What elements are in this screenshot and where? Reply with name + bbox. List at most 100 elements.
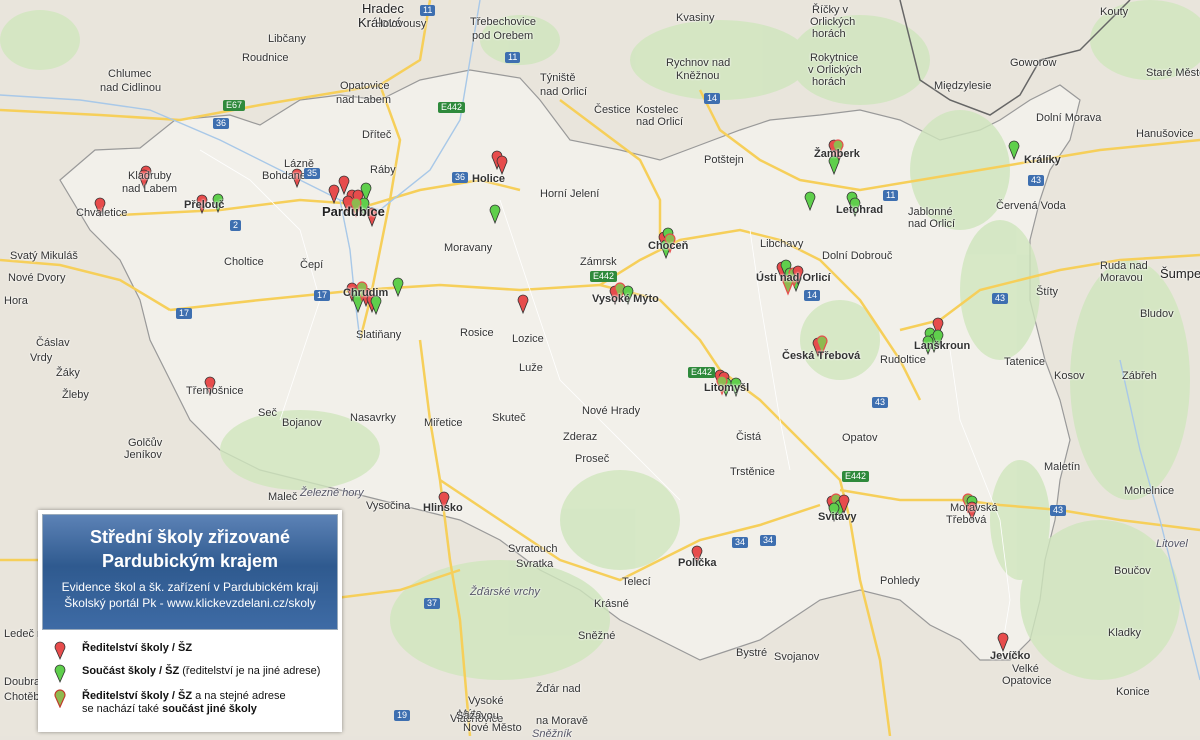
place-label: nad Labem: [122, 183, 178, 195]
place-label: Říčky v: [812, 4, 849, 16]
place-label: Kladruby: [128, 170, 172, 182]
place-label: Čepí: [300, 259, 324, 271]
place-label: Zderaz: [563, 431, 598, 443]
place-label: Nové Město: [463, 722, 522, 734]
place-label: Orlických: [810, 16, 856, 28]
place-label: Žamberk: [814, 148, 860, 160]
place-label: Třemošnice: [186, 385, 244, 397]
place-label: Roudnice: [242, 52, 289, 64]
place-label: Třebechovice: [470, 16, 537, 28]
place-label: Chvaletice: [76, 207, 128, 219]
road-shield: E442: [590, 271, 618, 282]
place-label: Zámrsk: [580, 256, 617, 268]
place-label: Čáslav: [36, 337, 70, 349]
place-label: Boučov: [1114, 565, 1151, 577]
place-label: Nové Hrady: [582, 405, 641, 417]
place-label: Choceň: [648, 240, 689, 252]
place-label: Žďár nad: [536, 683, 581, 695]
place-label: Seč: [258, 407, 277, 419]
road-shield: 11: [420, 5, 436, 16]
road-shield: 19: [394, 710, 411, 721]
road-shield: 17: [314, 290, 331, 301]
place-label: Rokytnice: [810, 52, 859, 64]
place-label: pod Orebem: [472, 30, 534, 42]
place-label: Moravská: [950, 502, 998, 514]
road-shield: 14: [804, 290, 821, 301]
place-label: Kosov: [1054, 370, 1085, 382]
place-label: Golčův: [128, 437, 163, 449]
place-label: Bojanov: [282, 417, 322, 429]
place-label: Kostelec: [636, 104, 679, 116]
place-label: Ráby: [370, 164, 396, 176]
place-label: Kladky: [1108, 627, 1142, 639]
place-label: Čestice: [594, 104, 631, 116]
place-label: Červená Voda: [996, 200, 1066, 212]
place-label: Bludov: [1140, 308, 1174, 320]
place-label: Międzylesie: [934, 80, 992, 92]
legend-subtitle-line1: Evidence škol a šk. zařízení v Pardubick…: [61, 580, 319, 594]
legend-title-line1: Střední školy zřizované: [89, 527, 291, 547]
place-label: Litomyšl: [704, 382, 750, 394]
place-label: Nové Dvory: [8, 272, 66, 284]
place-label: Hradec: [362, 1, 404, 16]
place-label: Hlinsko: [423, 502, 463, 514]
place-label: v Orlických: [808, 64, 862, 76]
place-label: Moravany: [444, 242, 493, 254]
road-shield: 34: [732, 537, 749, 548]
place-label: Staré Město: [1146, 67, 1200, 79]
place-label: Potštejn: [704, 154, 744, 166]
road-shield: 43: [1028, 175, 1045, 186]
place-label: Skuteč: [492, 412, 526, 424]
legend-header: Střední školy zřizované Pardubickým kraj…: [42, 514, 338, 630]
place-label: Svratka: [516, 558, 554, 570]
place-label: Vysočina: [366, 500, 411, 512]
legend-item-both-note2-bold: součást jiné školy: [162, 703, 257, 715]
place-label: Sněžník: [532, 728, 572, 740]
place-label: Chrudim: [343, 287, 389, 299]
place-label: Rychnov nad: [666, 57, 731, 69]
mixed-pin-icon: [54, 689, 66, 708]
place-label: Ruda nad: [1100, 260, 1148, 272]
place-label: Proseč: [575, 453, 610, 465]
place-label: Žďárské vrchy: [470, 586, 540, 598]
place-label: Svratouch: [508, 543, 558, 555]
place-label: Vysoké Mýto: [592, 293, 659, 305]
place-label: Holovousy: [375, 18, 427, 30]
place-label: nad Orlicí: [908, 218, 956, 230]
place-label: Slatiňany: [356, 329, 402, 341]
place-label: Ústí nad Orlicí: [756, 272, 831, 284]
road-shield: 11: [505, 52, 521, 63]
legend-item-both-note2: se nachází také: [82, 703, 163, 715]
place-label: Kněžnou: [676, 70, 720, 82]
place-label: Žáky: [56, 367, 80, 379]
place-label: nad Orlicí: [540, 86, 588, 98]
legend-item-part-label: Součást školy / ŠZ: [82, 665, 180, 677]
place-label: Velké: [1012, 663, 1039, 675]
road-shield: 37: [424, 598, 441, 609]
legend-title-line2: Pardubickým krajem: [101, 551, 279, 571]
road-shield: E442: [438, 102, 466, 113]
place-label: Maleč: [268, 491, 298, 503]
road-shield: E67: [223, 100, 246, 111]
legend-item-part-note: (ředitelství je na jiné adrese): [179, 665, 321, 677]
place-label: Nasavrky: [350, 412, 396, 424]
place-label: Trstěnice: [730, 466, 775, 478]
place-label: Svojanov: [774, 651, 820, 663]
place-label: Třebová: [946, 514, 987, 526]
place-label: Zábřeh: [1122, 370, 1157, 382]
place-label: Šumperk: [1160, 266, 1200, 281]
road-shield: 35: [304, 168, 321, 179]
legend-item-both-label: Ředitelství školy / ŠZ: [82, 690, 193, 702]
legend-panel: Střední školy zřizované Pardubickým kraj…: [38, 510, 342, 732]
place-label: Krásné: [594, 598, 629, 610]
place-label: Vrdy: [30, 352, 53, 364]
place-label: Železné hory: [300, 487, 364, 499]
place-label: Lanškroun: [914, 340, 971, 352]
road-shield: 2: [230, 220, 242, 231]
place-label: Polička: [678, 557, 717, 569]
place-label: Dolní Morava: [1036, 112, 1102, 124]
place-label: Kouty: [1100, 6, 1129, 18]
place-label: Moravou: [1100, 272, 1143, 284]
place-label: Svitavy: [818, 511, 857, 523]
place-label: nad Labem: [336, 94, 392, 106]
